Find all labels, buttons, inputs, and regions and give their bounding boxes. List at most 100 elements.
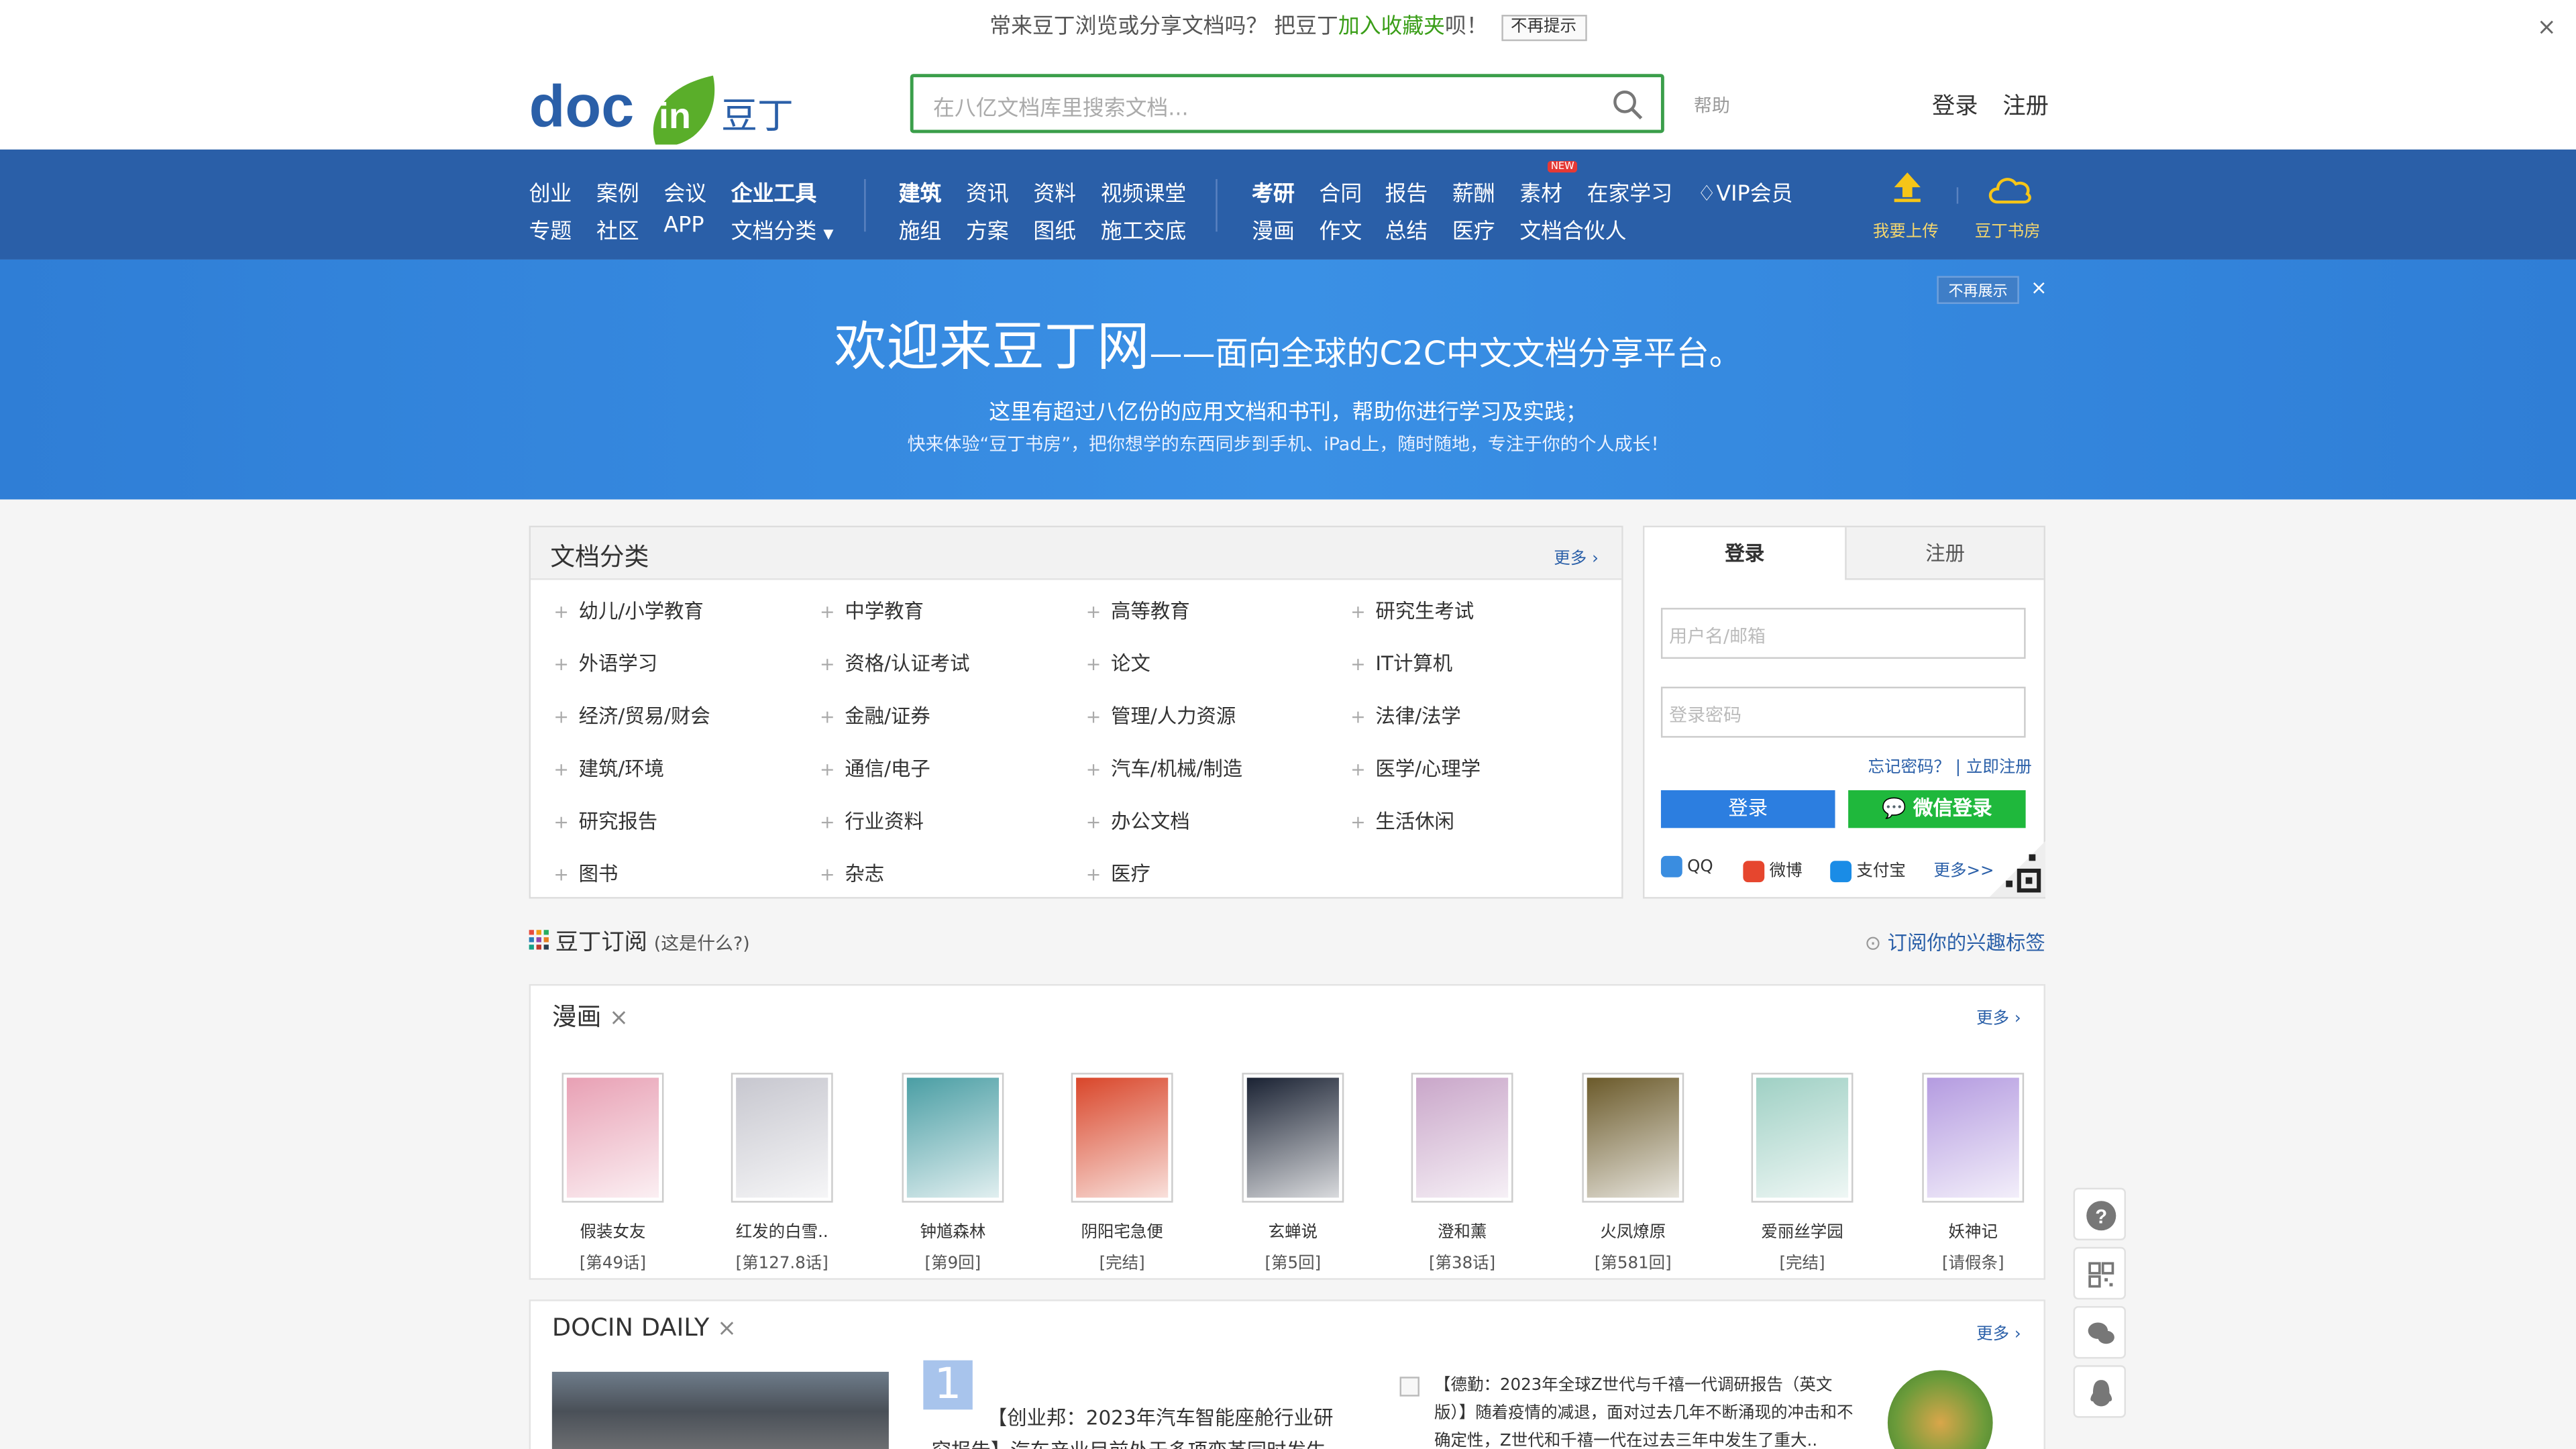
nav-item-topics[interactable]: 专题 — [529, 213, 572, 245]
manga-cover[interactable] — [1071, 1073, 1173, 1203]
category-item[interactable]: + 图书 — [553, 859, 618, 888]
upload-icon[interactable] — [1889, 169, 1925, 212]
nav-item-construction-brief[interactable]: 施工交底 — [1101, 213, 1186, 245]
banner-close-icon[interactable]: × — [2031, 276, 2047, 299]
category-item[interactable]: + 经济/贸易/财会 — [553, 702, 710, 730]
nav-item-video-class[interactable]: 视频课堂 — [1101, 176, 1186, 207]
nav-item-enterprise-tools[interactable]: 企业工具 — [731, 176, 816, 207]
nav-item-study-home[interactable]: 在家学习 — [1587, 176, 1672, 207]
nav-item-vip[interactable]: ♢VIP会员 — [1697, 176, 1793, 207]
nav-item-essay[interactable]: 作文 — [1320, 213, 1362, 245]
docin-logo[interactable]: doc in 豆丁 — [529, 62, 808, 146]
category-item[interactable]: + 汽车/机械/制造 — [1086, 754, 1242, 782]
nav-item-assets[interactable]: 素材 — [1519, 176, 1562, 207]
nav-item-report[interactable]: 报告 — [1385, 176, 1428, 207]
help-float-button[interactable]: ? — [2073, 1187, 2127, 1240]
tab-login[interactable]: 登录 — [1644, 527, 1845, 580]
qrcode-float-button[interactable] — [2073, 1246, 2127, 1300]
nav-item-drawings[interactable]: 图纸 — [1033, 213, 1076, 245]
qq-login-link[interactable]: QQ — [1660, 855, 1713, 877]
header-register-link[interactable]: 注册 — [2002, 89, 2049, 121]
manga-cover[interactable] — [1922, 1073, 2025, 1203]
nav-item-startup[interactable]: 创业 — [529, 176, 572, 207]
login-button[interactable]: 登录 — [1660, 790, 1835, 828]
manga-cover[interactable] — [561, 1073, 664, 1203]
nav-item-cases[interactable]: 案例 — [596, 176, 639, 207]
search-input[interactable]: 在八亿文档库里搜索文档... — [910, 74, 1664, 133]
manga-cover[interactable] — [1582, 1073, 1684, 1203]
category-item[interactable]: + 研究生考试 — [1350, 596, 1474, 625]
category-item[interactable]: + 幼儿/小学教育 — [553, 596, 704, 625]
nav-item-postgrad[interactable]: 考研 — [1252, 176, 1295, 207]
category-item[interactable]: + 医学/心理学 — [1350, 754, 1481, 782]
nav-item-doc-categories[interactable]: 文档分类 ▼ — [731, 213, 834, 245]
nav-item-app[interactable]: APP — [663, 213, 704, 238]
manga-more-link[interactable]: 更多 › — [1976, 1004, 2021, 1028]
category-item[interactable]: + 办公文档 — [1086, 806, 1190, 835]
nav-item-salary[interactable]: 薪酬 — [1452, 176, 1495, 207]
wechat-login-button[interactable]: 💬 微信登录 — [1848, 790, 2026, 828]
category-item[interactable]: + 医疗 — [1086, 859, 1150, 888]
manga-name[interactable]: 妖神记 — [1907, 1218, 2039, 1242]
nav-item-plans[interactable]: 方案 — [966, 213, 1009, 245]
manga-name[interactable]: 阴阳宅急便 — [1057, 1218, 1188, 1242]
manga-name[interactable]: 澄和薰 — [1397, 1218, 1528, 1242]
category-item[interactable]: + 通信/电子 — [820, 754, 930, 782]
category-item[interactable]: + 金融/证券 — [820, 702, 930, 730]
qrcode-icon[interactable] — [1989, 841, 2046, 904]
help-link[interactable]: 帮助 — [1694, 92, 1730, 118]
bookhouse-label[interactable]: 豆丁书房 — [1975, 217, 2041, 241]
banner-no-more-button[interactable]: 不再展示 — [1937, 276, 2019, 305]
close-icon[interactable]: × — [609, 1006, 629, 1032]
category-item[interactable]: + 研究报告 — [553, 806, 657, 835]
daily-more-link[interactable]: 更多 › — [1976, 1320, 2021, 1344]
category-item[interactable]: + 杂志 — [820, 859, 884, 888]
manga-name[interactable]: 假装女友 — [547, 1218, 679, 1242]
qq-float-button[interactable] — [2073, 1365, 2127, 1418]
category-item[interactable]: + 法律/法学 — [1350, 702, 1461, 730]
nav-item-community[interactable]: 社区 — [596, 213, 639, 245]
upload-label[interactable]: 我要上传 — [1873, 217, 1939, 241]
search-icon[interactable] — [1611, 89, 1644, 128]
more-login-link[interactable]: 更多>> — [1933, 856, 1994, 881]
manga-name[interactable]: 钟馗森林 — [887, 1218, 1018, 1242]
category-item[interactable]: + 生活休闲 — [1350, 806, 1454, 835]
category-item[interactable]: + 论文 — [1086, 649, 1150, 677]
password-field[interactable]: 登录密码 — [1660, 686, 2026, 738]
nav-item-construction-org[interactable]: 施组 — [899, 213, 942, 245]
manga-cover[interactable] — [731, 1073, 833, 1203]
forgot-password-link[interactable]: 忘记密码？ — [1868, 759, 1950, 777]
category-item[interactable]: + IT计算机 — [1350, 649, 1452, 677]
nav-item-materials[interactable]: 资料 — [1033, 176, 1076, 207]
daily-article-2[interactable]: 【德勤：2023年全球Z世代与千禧一代调研报告（英文版）】随着疫情的减退，面对过… — [1434, 1372, 1862, 1449]
manga-name[interactable]: 玄蝉说 — [1227, 1218, 1358, 1242]
manga-name[interactable]: 火凤燎原 — [1567, 1218, 1699, 1242]
dont-remind-button[interactable]: 不再提示 — [1501, 13, 1587, 41]
nav-item-news[interactable]: 资讯 — [966, 176, 1009, 207]
nav-item-architecture[interactable]: 建筑 — [899, 176, 942, 207]
category-item[interactable]: + 管理/人力资源 — [1086, 702, 1236, 730]
tab-register[interactable]: 注册 — [1845, 527, 2044, 580]
wechat-float-button[interactable] — [2073, 1305, 2127, 1359]
daily-article-image[interactable] — [551, 1371, 889, 1449]
username-field[interactable]: 用户名/邮箱 — [1660, 608, 2026, 659]
manga-name[interactable]: 爱丽丝学园 — [1737, 1218, 1868, 1242]
manga-cover[interactable] — [902, 1073, 1004, 1203]
category-item[interactable]: + 建筑/环境 — [553, 754, 664, 782]
category-item[interactable]: + 高等教育 — [1086, 596, 1190, 625]
nav-item-manga[interactable]: 漫画 — [1252, 213, 1295, 245]
manga-cover[interactable] — [1411, 1073, 1513, 1203]
categories-more-link[interactable]: 更多 › — [1554, 544, 1599, 568]
header-login-link[interactable]: 登录 — [1932, 89, 1978, 121]
alipay-login-link[interactable]: 支付宝 — [1830, 856, 1906, 881]
add-favorites-link[interactable]: 加入收藏夹 — [1338, 15, 1445, 40]
manga-name[interactable]: 红发的白雪.. — [716, 1218, 848, 1242]
category-item[interactable]: + 中学教育 — [820, 596, 924, 625]
nav-item-meeting[interactable]: 会议 — [663, 176, 706, 207]
what-is-this-link[interactable]: (这是什么?) — [654, 933, 750, 955]
nav-item-medical[interactable]: 医疗 — [1452, 213, 1495, 245]
category-item[interactable]: + 行业资料 — [820, 806, 924, 835]
subscribe-tags-link[interactable]: ⊙ 订阅你的兴趣标签 — [1865, 928, 2045, 957]
nav-item-summary[interactable]: 总结 — [1385, 213, 1428, 245]
manga-cover[interactable] — [1751, 1073, 1854, 1203]
